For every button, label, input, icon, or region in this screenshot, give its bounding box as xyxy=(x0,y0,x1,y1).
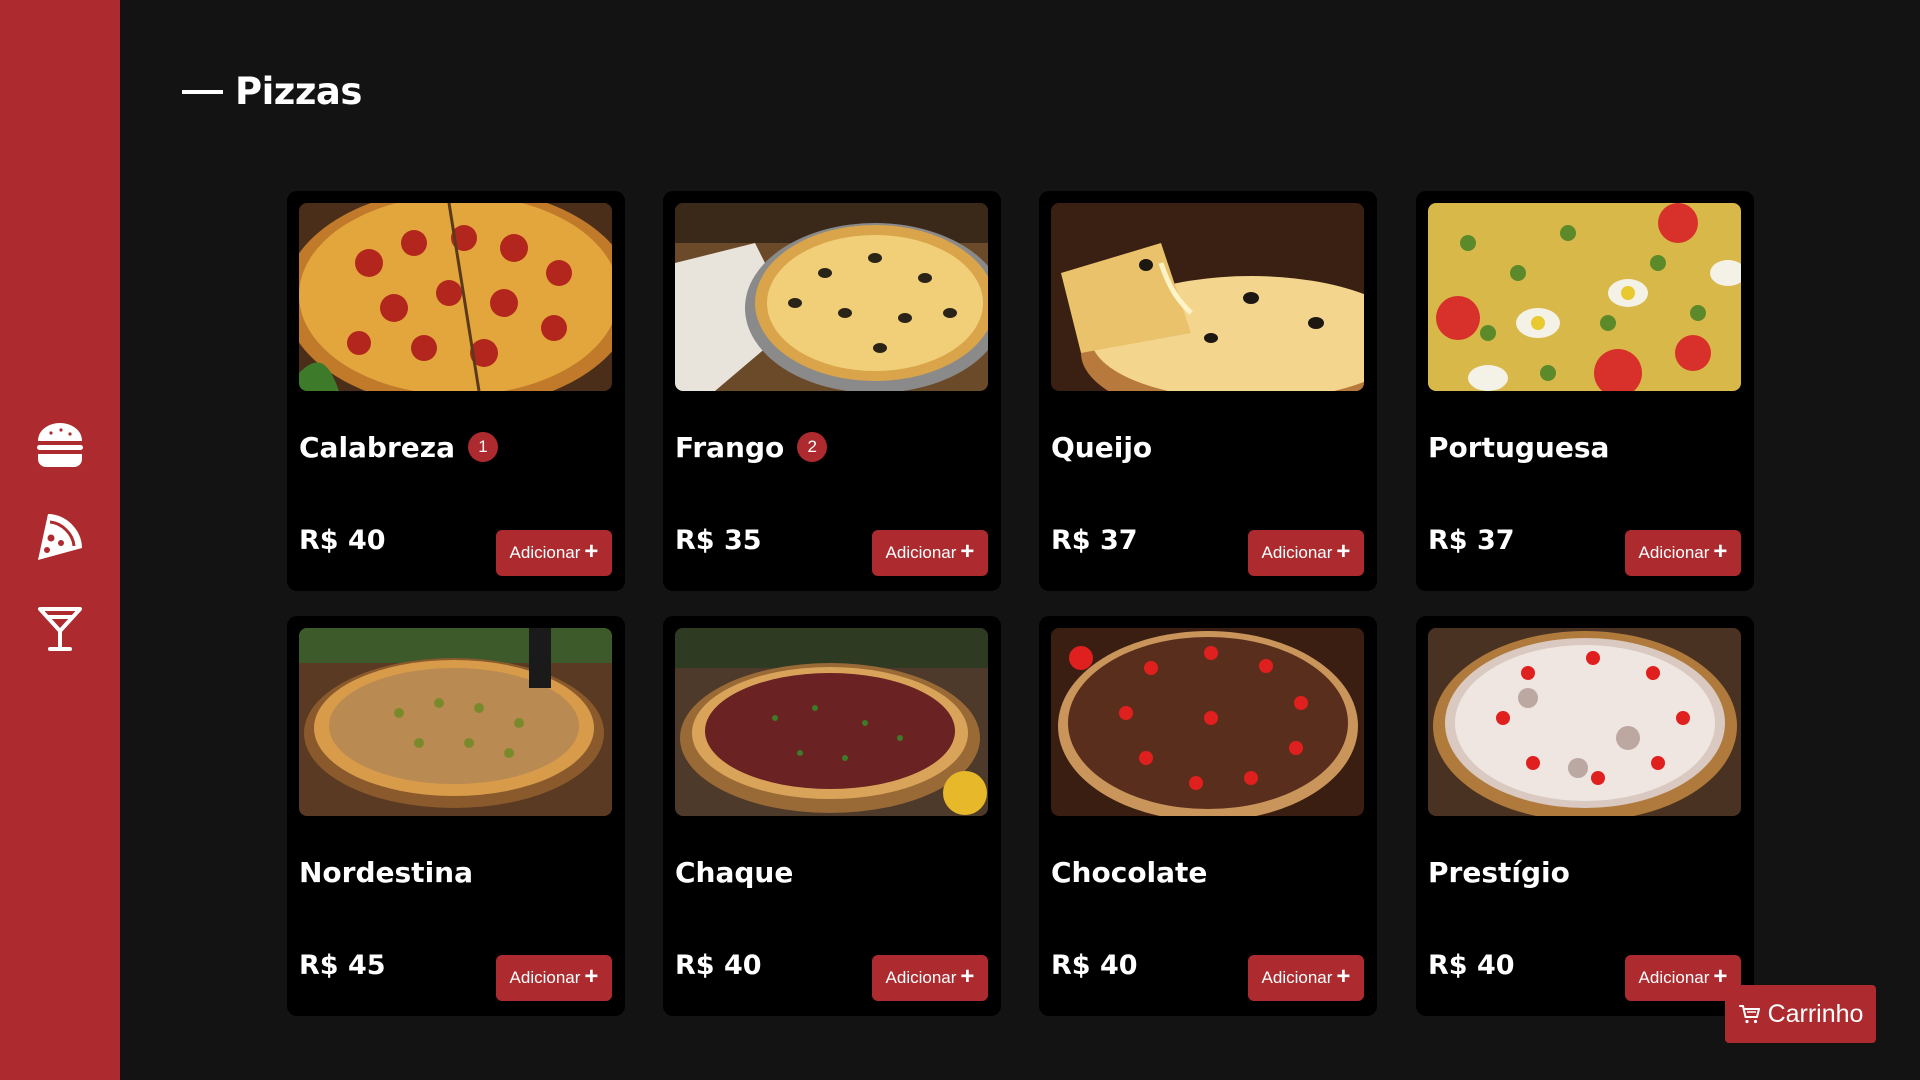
product-image xyxy=(299,203,612,391)
burger-icon xyxy=(37,423,83,467)
product-name: Nordestina xyxy=(299,859,473,887)
nav-drinks[interactable] xyxy=(34,603,86,655)
title-dash xyxy=(182,89,223,94)
product-card-prestigio: Prestígio R$ 40 Adicionar + xyxy=(1416,616,1754,1016)
add-button-label: Adicionar xyxy=(1638,543,1710,562)
cocktail-icon xyxy=(38,607,82,651)
plus-icon: + xyxy=(1713,538,1728,565)
product-card-calabreza: Calabreza 1 R$ 40 Adicionar + xyxy=(287,191,625,591)
product-card-chaque: Chaque R$ 40 Adicionar + xyxy=(663,616,1001,1016)
product-name-text: Chocolate xyxy=(1051,856,1208,889)
product-card-chocolate: Chocolate R$ 40 Adicionar + xyxy=(1039,616,1377,1016)
sidebar xyxy=(0,0,120,1080)
product-card-portuguesa: Portuguesa R$ 37 Adicionar + xyxy=(1416,191,1754,591)
nav-pizzas[interactable] xyxy=(34,510,86,562)
product-price: R$ 40 xyxy=(299,525,386,556)
product-card-frango: Frango 2 R$ 35 Adicionar + xyxy=(663,191,1001,591)
add-button[interactable]: Adicionar + xyxy=(1625,530,1741,576)
product-price: R$ 37 xyxy=(1428,525,1515,556)
add-button-label: Adicionar xyxy=(885,543,957,562)
product-card-queijo: Queijo R$ 37 Adicionar + xyxy=(1039,191,1377,591)
product-name: Chocolate xyxy=(1051,859,1207,887)
product-image xyxy=(1051,203,1364,391)
cart-button[interactable]: Carrinho xyxy=(1725,985,1876,1043)
product-name-text: Chaque xyxy=(675,856,794,889)
plus-icon: + xyxy=(1336,963,1351,990)
cart-label: Carrinho xyxy=(1767,999,1864,1028)
product-name: Portuguesa xyxy=(1428,434,1609,462)
cart-icon xyxy=(1738,1005,1760,1024)
add-button[interactable]: Adicionar + xyxy=(496,530,612,576)
nav-burgers[interactable] xyxy=(34,419,86,471)
product-name-text: Frango xyxy=(675,431,785,464)
add-button-label: Adicionar xyxy=(509,968,581,987)
product-image xyxy=(675,203,988,391)
plus-icon: + xyxy=(584,538,599,565)
product-image xyxy=(675,628,988,816)
page-title-text: Pizzas xyxy=(235,70,362,113)
product-price: R$ 40 xyxy=(1428,950,1515,981)
add-button-label: Adicionar xyxy=(885,968,957,987)
product-image xyxy=(299,628,612,816)
product-image xyxy=(1051,628,1364,816)
add-button-label: Adicionar xyxy=(509,543,581,562)
add-button[interactable]: Adicionar + xyxy=(496,955,612,1001)
plus-icon: + xyxy=(960,538,975,565)
page-title: Pizzas xyxy=(182,70,362,113)
product-name-text: Queijo xyxy=(1051,431,1153,464)
pizza-icon xyxy=(38,514,82,560)
add-button[interactable]: Adicionar + xyxy=(1248,955,1364,1001)
add-button[interactable]: Adicionar + xyxy=(872,955,988,1001)
plus-icon: + xyxy=(1336,538,1351,565)
plus-icon: + xyxy=(584,963,599,990)
product-name-text: Nordestina xyxy=(299,856,473,889)
add-button-label: Adicionar xyxy=(1261,968,1333,987)
product-card-nordestina: Nordestina R$ 45 Adicionar + xyxy=(287,616,625,1016)
product-price: R$ 37 xyxy=(1051,525,1138,556)
product-name: Queijo xyxy=(1051,434,1152,462)
product-name-text: Calabreza xyxy=(299,431,455,464)
add-button[interactable]: Adicionar + xyxy=(872,530,988,576)
product-image xyxy=(1428,628,1741,816)
product-price: R$ 45 xyxy=(299,950,386,981)
product-name: Prestígio xyxy=(1428,859,1570,887)
product-image xyxy=(1428,203,1741,391)
product-price: R$ 40 xyxy=(675,950,762,981)
quantity-badge: 1 xyxy=(467,431,498,462)
product-name: Frango 2 xyxy=(675,431,828,464)
quantity-badge: 2 xyxy=(797,431,828,462)
product-price: R$ 35 xyxy=(675,525,762,556)
product-name: Calabreza 1 xyxy=(299,431,498,464)
product-name-text: Portuguesa xyxy=(1428,431,1610,464)
product-name: Chaque xyxy=(675,859,793,887)
add-button[interactable]: Adicionar + xyxy=(1248,530,1364,576)
add-button-label: Adicionar xyxy=(1638,968,1710,987)
plus-icon: + xyxy=(960,963,975,990)
add-button-label: Adicionar xyxy=(1261,543,1333,562)
product-name-text: Prestígio xyxy=(1428,856,1570,889)
add-button[interactable]: Adicionar + xyxy=(1625,955,1741,1001)
product-price: R$ 40 xyxy=(1051,950,1138,981)
